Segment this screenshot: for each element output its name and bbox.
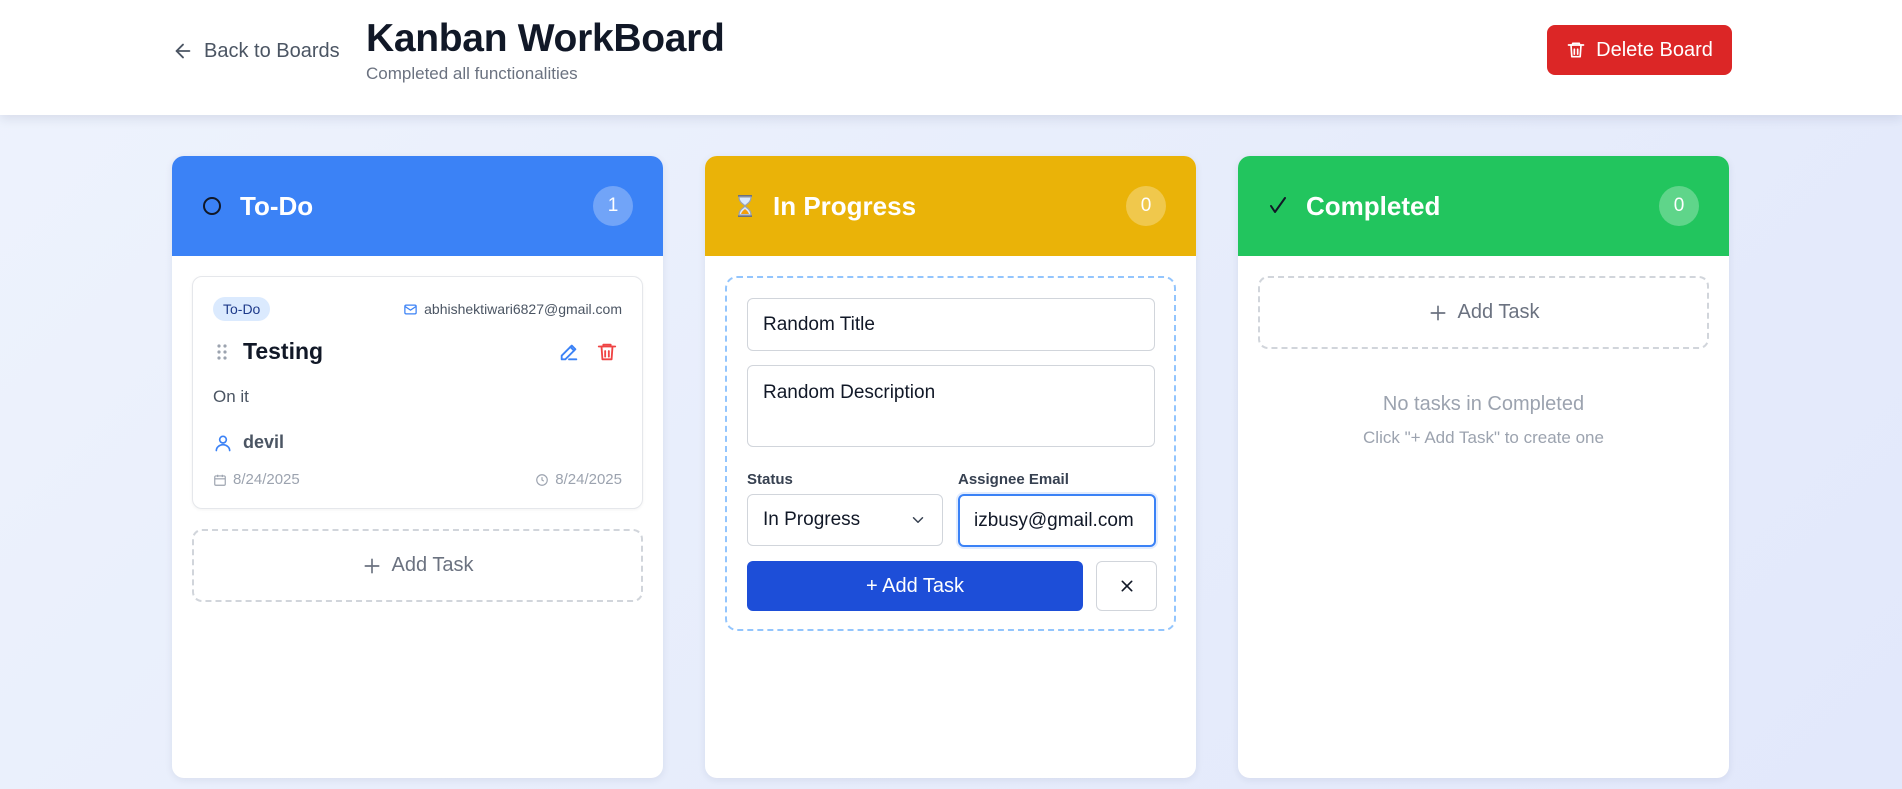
column-header-in-progress: In Progress 0 [705,156,1196,256]
assignee-email-label: Assignee Email [958,471,1069,488]
new-task-form: Random Title Random Description Status A… [725,276,1176,631]
task-assignee: devil [213,432,284,453]
calendar-icon [214,474,226,486]
add-task-button[interactable]: Add Task [1258,276,1709,349]
delete-board-button[interactable]: Delete Board [1547,25,1732,75]
column-title: To-Do [240,190,314,221]
board-subtitle: Completed all functionalities [366,64,578,83]
back-to-boards-link[interactable]: Back to Boards [172,38,340,64]
delete-board-label: Delete Board [1596,38,1713,61]
column-body: To-Do abhishektiwari6827@gmail.com Testi… [172,256,663,622]
plus-icon [364,558,380,573]
column-body: Add Task No tasks in Completed Click "+ … [1238,256,1729,468]
status-select-value: In Progress [763,509,861,530]
column-title: In Progress [773,190,917,221]
task-description: On it [213,387,249,406]
status-select[interactable]: In Progress [747,494,943,546]
add-task-label: Add Task [391,554,474,576]
add-task-button[interactable]: Add Task [192,529,643,602]
add-task-label: Add Task [1457,301,1540,323]
trash-icon[interactable] [596,341,618,363]
circle-outline-icon [202,196,230,216]
task-description-textarea[interactable]: Random Description [747,365,1155,447]
status-badge: To-Do [213,297,271,321]
submit-task-button[interactable]: + Add Task [747,561,1083,611]
column-count-badge: 0 [1659,186,1699,226]
task-due-date: 8/24/2025 [535,471,622,488]
close-icon [1121,580,1132,592]
assignee-email-input[interactable]: izbusy@gmail.com [958,494,1156,547]
empty-state: No tasks in Completed Click "+ Add Task"… [1258,393,1709,448]
task-email: abhishektiwari6827@gmail.com [403,301,622,317]
column-header-todo: To-Do 1 [172,156,663,256]
column-count-badge: 0 [1126,186,1166,226]
top-bar: Back to Boards Kanban WorkBoard Complete… [0,0,1902,115]
task-due-text: 8/24/2025 [555,471,622,488]
status-label: Status [747,471,793,488]
user-icon [215,435,231,451]
clock-icon [536,473,549,486]
column-completed: Completed 0 Add Task No tasks in Complet… [1238,156,1729,778]
task-assignee-name: devil [243,432,285,452]
column-count-badge: 1 [593,186,633,226]
back-to-boards-label: Back to Boards [204,39,340,62]
drag-handle-icon[interactable] [215,343,229,361]
chevron-down-icon [912,517,924,523]
task-created-text: 8/24/2025 [233,471,300,488]
empty-state-hint: Click "+ Add Task" to create one [1363,428,1604,447]
column-title: Completed [1306,190,1441,221]
task-title: Testing [243,338,324,364]
task-created-date: 8/24/2025 [213,471,300,488]
cancel-form-button[interactable] [1096,561,1157,611]
page-title: Kanban WorkBoard [366,17,725,60]
column-in-progress: In Progress 0 Random Title Random Descri… [705,156,1196,778]
task-card[interactable]: To-Do abhishektiwari6827@gmail.com Testi… [192,276,643,509]
plus-icon [1430,305,1446,320]
edit-icon[interactable] [558,341,580,363]
check-icon [1268,196,1296,216]
column-header-completed: Completed 0 [1238,156,1729,256]
task-email-text: abhishektiwari6827@gmail.com [424,301,622,317]
trash-icon [1567,42,1585,58]
column-todo: To-Do 1 To-Do abhishektiwari6827@gmail.c… [172,156,663,778]
arrow-left-icon [175,43,191,59]
column-body: Random Title Random Description Status A… [705,256,1196,651]
hourglass-icon [735,194,763,218]
task-title-input[interactable]: Random Title [747,298,1155,351]
mail-icon [404,304,417,314]
empty-state-title: No tasks in Completed [1382,393,1585,415]
